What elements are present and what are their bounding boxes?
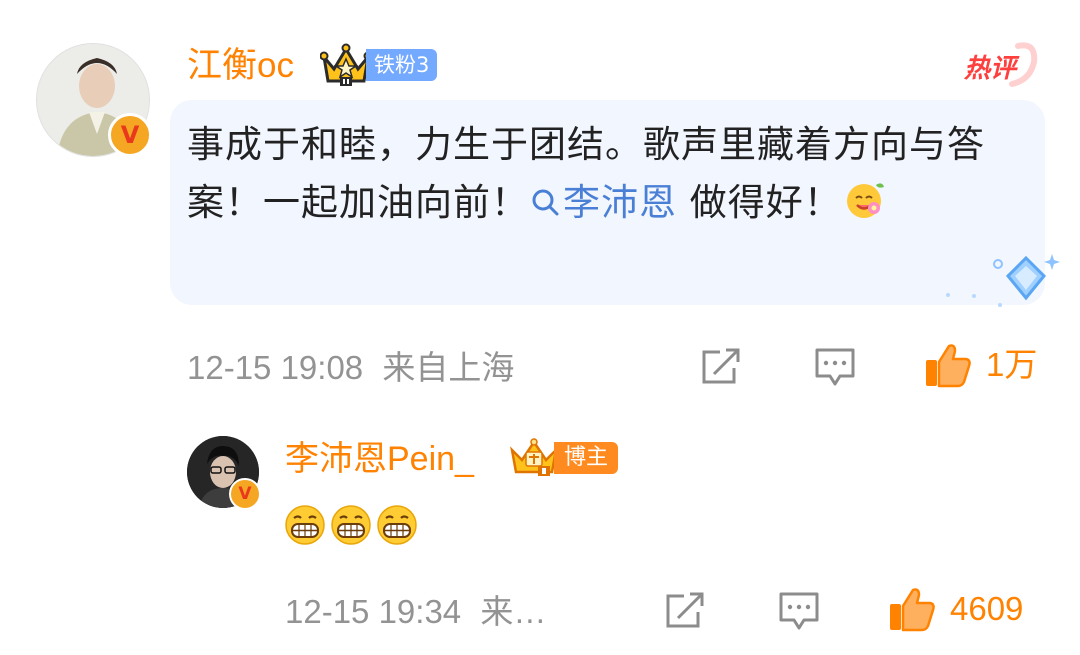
location: 来自上海	[382, 349, 515, 386]
blogger-badge: 博主	[508, 438, 619, 478]
crown-icon	[510, 438, 558, 476]
fan-level-label: 铁粉3	[366, 49, 438, 81]
diamond-decoration-icon	[946, 254, 1060, 307]
share-button[interactable]	[700, 346, 742, 388]
verified-badge-icon: V	[108, 113, 152, 157]
grin-emoji-icon	[331, 505, 371, 545]
reply-username[interactable]: 李沛恩Pein_	[285, 437, 474, 481]
comment-icon	[815, 348, 855, 386]
thumbs-up-icon	[926, 344, 971, 388]
comment-body: 事成于和睦，力生于团结。歌声里藏着方向与答案！一起加油向前！ 李沛恩 做得好！	[187, 116, 1027, 232]
reply-meta: 12-15 19:34 来…	[285, 592, 546, 632]
crown-icon	[320, 43, 372, 86]
reply-emoji-row	[283, 503, 419, 547]
grin-emoji-icon	[377, 505, 417, 545]
comment-button[interactable]	[814, 346, 856, 388]
reply-comment-button[interactable]	[778, 590, 820, 632]
share-icon	[666, 592, 704, 628]
search-icon	[532, 189, 559, 216]
reply-like-count: 4609	[950, 590, 1024, 627]
like-button[interactable]: 1万	[924, 342, 1037, 388]
share-icon	[702, 348, 740, 384]
hot-comment-tag: 热评	[960, 40, 1040, 88]
mention-name: 李沛恩	[563, 181, 677, 224]
blogger-label: 博主	[554, 442, 619, 474]
fan-badge[interactable]: 铁粉3	[320, 43, 438, 87]
comment-username[interactable]: 江衡oc	[187, 44, 294, 88]
like-count: 1万	[986, 346, 1038, 383]
mention-link[interactable]: 李沛恩	[529, 181, 677, 224]
comment-text-tail: 做得好！	[677, 181, 842, 224]
reply-share-button[interactable]	[664, 590, 706, 632]
timestamp: 12-15 19:08	[187, 349, 364, 386]
flower-smile-emoji-icon	[846, 183, 884, 218]
reply-verified-badge-icon: V	[229, 478, 261, 510]
thumbs-up-icon	[890, 588, 935, 632]
reply-like-button[interactable]: 4609	[888, 586, 1023, 632]
reply-timestamp: 12-15 19:34	[285, 593, 462, 630]
comment-icon	[779, 592, 819, 630]
hot-label: 热评	[964, 54, 1017, 84]
comment-meta: 12-15 19:08 来自上海	[187, 348, 514, 388]
grin-emoji-icon	[285, 505, 325, 545]
reply-location: 来…	[480, 593, 547, 630]
